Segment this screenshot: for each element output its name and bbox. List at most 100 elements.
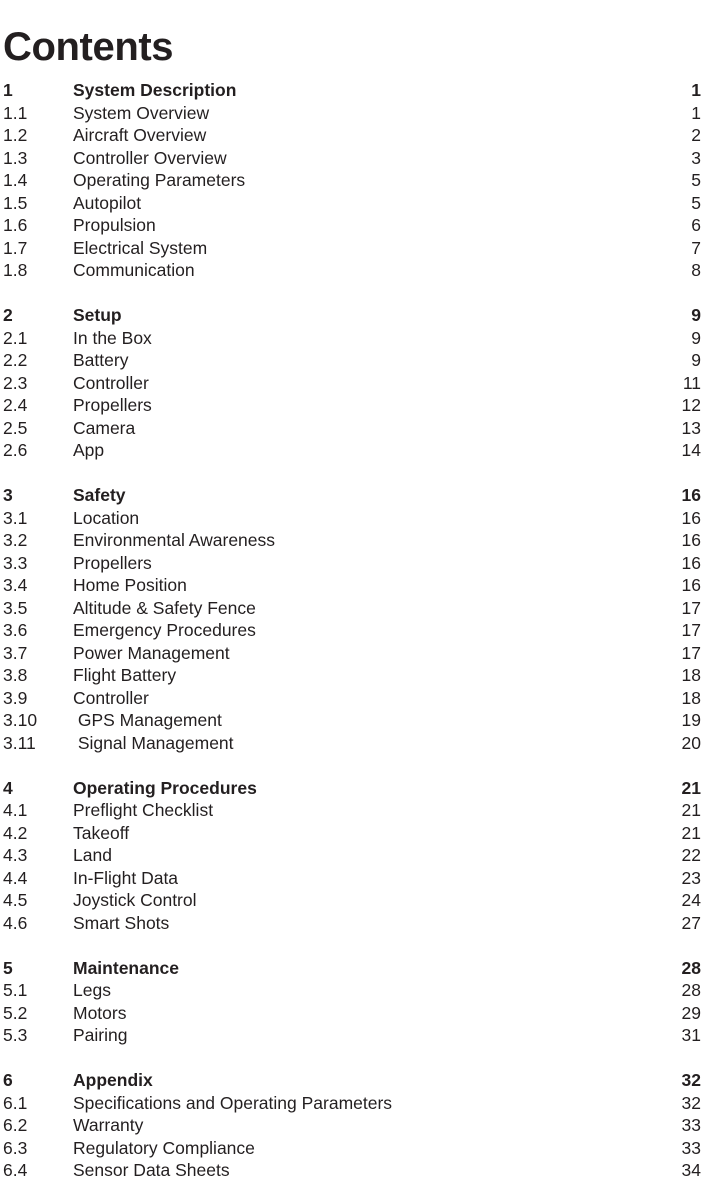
toc-entry-page-number: 9 xyxy=(691,350,701,370)
toc-entry-label: Signal Management xyxy=(73,732,234,753)
toc-entry-row[interactable]: 1.4 Operating Parameters 5 xyxy=(0,169,703,192)
toc-entry-row[interactable]: 4.4 In-Flight Data 23 xyxy=(0,867,703,890)
toc-entry-page-number: 5 xyxy=(691,192,701,213)
toc-entry-page-number: 12 xyxy=(681,395,701,415)
toc-entry-page-number: 7 xyxy=(691,237,701,258)
toc-entry-page-number: 6 xyxy=(691,215,701,235)
toc-entry-label: Propellers xyxy=(73,552,152,573)
toc-section-row[interactable]: 6 Appendix 32 xyxy=(0,1069,703,1092)
toc-section-row[interactable]: 3 Safety 16 xyxy=(0,484,703,507)
toc-entry-label: Joystick Control xyxy=(73,890,197,910)
toc-entry-page-number: 31 xyxy=(681,1025,701,1045)
toc-entry-row[interactable]: 5.2 Motors 29 xyxy=(0,1002,703,1025)
toc-entry-number: 2.4 xyxy=(3,395,28,415)
toc-entry-page-number: 18 xyxy=(681,665,701,685)
toc-entry-label: Location xyxy=(73,507,140,528)
toc-entry-row[interactable]: 6.2 Warranty 33 xyxy=(0,1114,703,1137)
toc-entry-number: 3.3 xyxy=(3,552,28,573)
toc-entry-number: 3.5 xyxy=(3,597,28,618)
toc-entry-page-number: 20 xyxy=(681,732,701,753)
toc-entry-page-number: 21 xyxy=(681,822,701,843)
toc-entry-label: Electrical System xyxy=(73,237,208,258)
toc-entry-row[interactable]: 4.2 Takeoff 21 xyxy=(0,822,703,845)
toc-entry-row[interactable]: 3.4 Home Position 16 xyxy=(0,574,703,597)
toc-entry-label: Takeoff xyxy=(73,822,130,843)
toc-entry-number: 6.3 xyxy=(3,1137,28,1158)
toc-entry-row[interactable]: 1.3 Controller Overview 3 xyxy=(0,147,703,170)
toc-entry-page-number: 28 xyxy=(681,980,701,1000)
toc-entry-page-number: 3 xyxy=(691,147,701,168)
toc-entry-number: 5.3 xyxy=(3,1025,28,1045)
toc-entry-row[interactable]: 3.10 GPS Management 19 xyxy=(0,709,703,732)
toc-entry-row[interactable]: 3.6 Emergency Procedures 17 xyxy=(0,619,703,642)
toc-entry-row[interactable]: 3.11 Signal Management 20 xyxy=(0,732,703,755)
toc-entry-label: Legs xyxy=(73,980,111,1000)
toc-entry-number: 1.3 xyxy=(3,147,28,168)
toc-entry-page-number: 24 xyxy=(681,890,701,910)
toc-entry-row[interactable]: 1.6 Propulsion 6 xyxy=(0,214,703,237)
toc-entry-row[interactable]: 1.7 Electrical System 7 xyxy=(0,237,703,260)
toc-entry-row[interactable]: 2.1 In the Box 9 xyxy=(0,327,703,350)
toc-entry-row[interactable]: 3.1 Location 16 xyxy=(0,507,703,530)
toc-section-row[interactable]: 2 Setup 9 xyxy=(0,304,703,327)
toc-entry-number: 3.1 xyxy=(3,507,28,528)
toc-section-row[interactable]: 4 Operating Procedures 21 xyxy=(0,777,703,800)
toc-entry-row[interactable]: 3.5 Altitude & Safety Fence 17 xyxy=(0,597,703,620)
toc-entry-row[interactable]: 3.2 Environmental Awareness 16 xyxy=(0,529,703,552)
toc-entry-row[interactable]: 6.4 Sensor Data Sheets 34 xyxy=(0,1159,703,1182)
toc-entry-page-number: 17 xyxy=(681,620,701,640)
toc-entry-page-number: 17 xyxy=(681,642,701,663)
toc-entry-label: Flight Battery xyxy=(73,665,177,685)
toc-entry-row[interactable]: 4.6 Smart Shots 27 xyxy=(0,912,703,935)
toc-entry-row[interactable]: 1.2 Aircraft Overview 2 xyxy=(0,124,703,147)
toc-section-row[interactable]: 5 Maintenance 28 xyxy=(0,957,703,980)
toc-entry-label: Motors xyxy=(73,1002,127,1023)
toc-entry-row[interactable]: 1.5 Autopilot 5 xyxy=(0,192,703,215)
toc-section-group: 2 Setup 9 2.1 In the Box 9 2.2 Battery 9 2.3 Contr… xyxy=(0,304,703,462)
toc-entry-row[interactable]: 2.6 App 14 xyxy=(0,439,703,462)
toc-entry-row[interactable]: 3.7 Power Management 17 xyxy=(0,642,703,665)
toc-entry-page-number: 14 xyxy=(681,440,701,460)
toc-entry-row[interactable]: 2.5 Camera 13 xyxy=(0,417,703,440)
toc-entry-row[interactable]: 5.1 Legs 28 xyxy=(0,979,703,1002)
toc-entry-number: 3.4 xyxy=(3,575,28,595)
toc-entry-row[interactable]: 3.9 Controller 18 xyxy=(0,687,703,710)
toc-entry-number: 1.6 xyxy=(3,215,28,235)
toc-entry-number: 6.2 xyxy=(3,1115,28,1135)
toc-entry-row[interactable]: 5.3 Pairing 31 xyxy=(0,1024,703,1047)
toc-entry-page-number: 11 xyxy=(682,372,701,393)
toc-entry-number: 1.8 xyxy=(3,260,28,280)
toc-entry-label: In-Flight Data xyxy=(73,867,179,888)
toc-section-row[interactable]: 1 System Description 1 xyxy=(0,79,703,102)
toc-entry-label: Controller xyxy=(73,372,149,393)
toc-entry-row[interactable]: 1.1 System Overview 1 xyxy=(0,102,703,125)
toc-entry-row[interactable]: 6.3 Regulatory Compliance 33 xyxy=(0,1137,703,1160)
toc-section-group: 5 Maintenance 28 5.1 Legs 28 5.2 Motors 29 5.3 Pai… xyxy=(0,957,703,1047)
toc-entry-row[interactable]: 3.8 Flight Battery 18 xyxy=(0,664,703,687)
toc-entry-page-number: 18 xyxy=(681,687,701,708)
toc-entry-label: Smart Shots xyxy=(73,912,170,933)
toc-entry-label: Propellers xyxy=(73,395,152,415)
page-title: Contents xyxy=(3,24,174,69)
toc-entry-number: 1.7 xyxy=(3,237,28,258)
toc-entry-page-number: 28 xyxy=(681,957,701,978)
toc-entry-row[interactable]: 6.1 Specifications and Operating Paramete… xyxy=(0,1092,703,1115)
toc-entry-row[interactable]: 4.1 Preflight Checklist 21 xyxy=(0,799,703,822)
toc-entry-number: 4 xyxy=(3,777,13,798)
toc-entry-page-number: 9 xyxy=(691,327,701,348)
toc-entry-label: Altitude & Safety Fence xyxy=(73,597,256,618)
toc-entry-page-number: 5 xyxy=(691,170,701,190)
toc-entry-row[interactable]: 1.8 Communication 8 xyxy=(0,259,703,282)
toc-entry-row[interactable]: 4.3 Land 22 xyxy=(0,844,703,867)
toc-entry-number: 3.10 xyxy=(3,710,38,730)
toc-entry-label: Power Management xyxy=(73,642,230,663)
toc-entry-row[interactable]: 2.3 Controller 11 xyxy=(0,372,703,395)
toc-entry-row[interactable]: 2.2 Battery 9 xyxy=(0,349,703,372)
toc-entry-row[interactable]: 3.3 Propellers 16 xyxy=(0,552,703,575)
toc-entry-row[interactable]: 4.5 Joystick Control 24 xyxy=(0,889,703,912)
toc-entry-row[interactable]: 2.4 Propellers 12 xyxy=(0,394,703,417)
toc-entry-number: 1.4 xyxy=(3,170,28,190)
toc-entry-label: Preflight Checklist xyxy=(73,800,214,820)
toc-entry-number: 6.1 xyxy=(3,1092,28,1113)
toc-entry-label: Warranty xyxy=(73,1115,144,1135)
